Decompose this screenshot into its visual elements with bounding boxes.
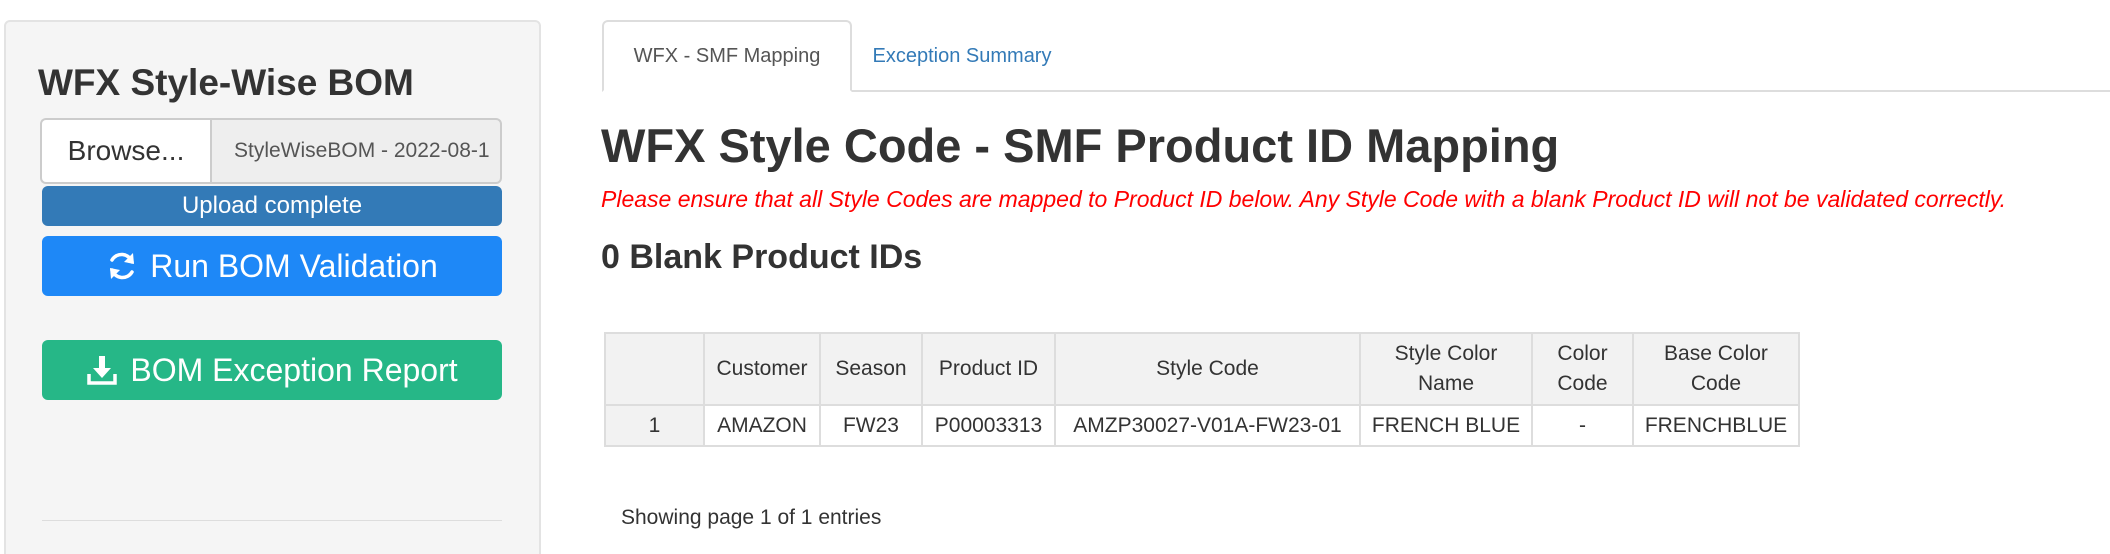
column-header-base-color-code[interactable]: Base Color Code <box>1632 332 1800 406</box>
tab-wfx-smf-mapping[interactable]: WFX - SMF Mapping <box>602 20 852 92</box>
blank-product-id-count: 0 Blank Product IDs <box>601 238 923 276</box>
download-icon <box>86 354 118 386</box>
file-name-field: StyleWiseBOM - 2022-08-1 <box>210 118 502 184</box>
column-header-product-id[interactable]: Product ID <box>921 332 1056 406</box>
tab-bar: WFX - SMF Mapping Exception Summary <box>602 20 2110 92</box>
browse-button[interactable]: Browse... <box>40 118 210 184</box>
column-header-color-code[interactable]: Color Code <box>1531 332 1634 406</box>
season-cell: FW23 <box>819 404 923 447</box>
base-color-code-cell: FRENCHBLUE <box>1632 404 1800 447</box>
mapping-warning: Please ensure that all Style Codes are m… <box>601 186 2007 212</box>
report-button-label: BOM Exception Report <box>130 351 458 388</box>
style-code-cell: AMZP30027-V01A-FW23-01 <box>1054 404 1361 447</box>
product-id-cell[interactable]: P00003313 <box>921 404 1056 447</box>
sidebar-title: WFX Style-Wise BOM <box>38 62 414 103</box>
color-code-cell: - <box>1531 404 1634 447</box>
column-header-index[interactable] <box>604 332 705 406</box>
table-header-row: Customer Season Product ID Style Code St… <box>604 332 1800 406</box>
bom-exception-report-button[interactable]: BOM Exception Report <box>42 340 502 400</box>
sidebar-divider <box>42 520 502 521</box>
column-header-season[interactable]: Season <box>819 332 923 406</box>
run-bom-validation-button[interactable]: Run BOM Validation <box>42 236 502 296</box>
run-button-label: Run BOM Validation <box>150 247 438 284</box>
upload-progress-bar: Upload complete <box>42 186 502 226</box>
page-title: WFX Style Code - SMF Product ID Mapping <box>601 119 1560 172</box>
upload-status-label: Upload complete <box>181 192 363 219</box>
mapping-table: Customer Season Product ID Style Code St… <box>604 332 1800 447</box>
column-header-style-color-name[interactable]: Style Color Name <box>1359 332 1533 406</box>
row-index-cell: 1 <box>604 404 705 447</box>
table-row[interactable]: 1 AMAZON FW23 P00003313 AMZP30027-V01A-F… <box>604 404 1800 447</box>
style-color-name-cell: FRENCH BLUE <box>1359 404 1533 447</box>
customer-cell: AMAZON <box>703 404 821 447</box>
app-page: WFX Style-Wise BOM Browse... StyleWiseBO… <box>0 0 2110 554</box>
tab-exception-summary[interactable]: Exception Summary <box>860 20 1064 92</box>
refresh-icon <box>106 250 138 282</box>
file-input[interactable]: Browse... StyleWiseBOM - 2022-08-1 <box>40 118 502 184</box>
column-header-style-code[interactable]: Style Code <box>1054 332 1361 406</box>
pagination-info: Showing page 1 of 1 entries <box>621 506 882 529</box>
column-header-customer[interactable]: Customer <box>703 332 821 406</box>
